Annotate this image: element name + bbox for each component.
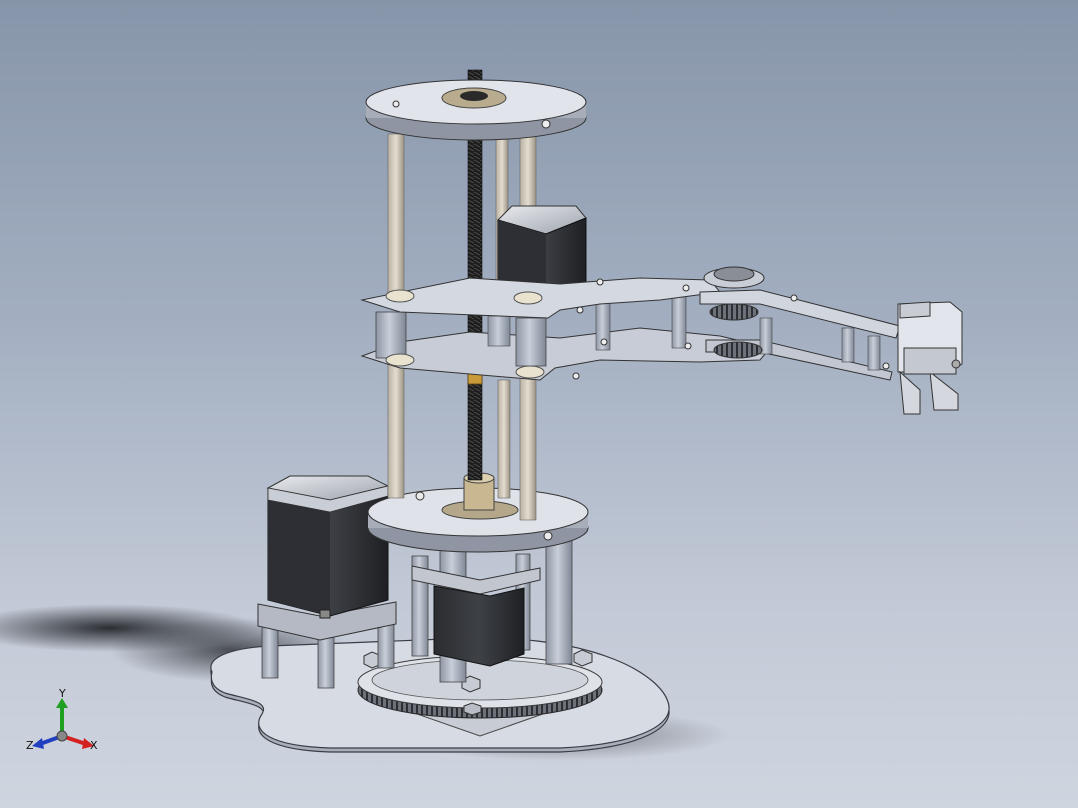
top-platform-disc[interactable] xyxy=(365,79,587,141)
gripper-end-effector[interactable] xyxy=(897,301,963,415)
y-axis-label: Y xyxy=(58,687,66,700)
base-stepper-motor[interactable] xyxy=(257,475,397,641)
guide-rods xyxy=(387,133,537,521)
z-axis-label: Z xyxy=(26,739,34,752)
coordinate-triad: Y Z X xyxy=(26,687,98,752)
cad-graphics-viewport[interactable]: Y Z X xyxy=(0,0,1078,808)
x-axis-label: X xyxy=(90,739,98,752)
robot-arm-assembly[interactable] xyxy=(0,0,1078,808)
